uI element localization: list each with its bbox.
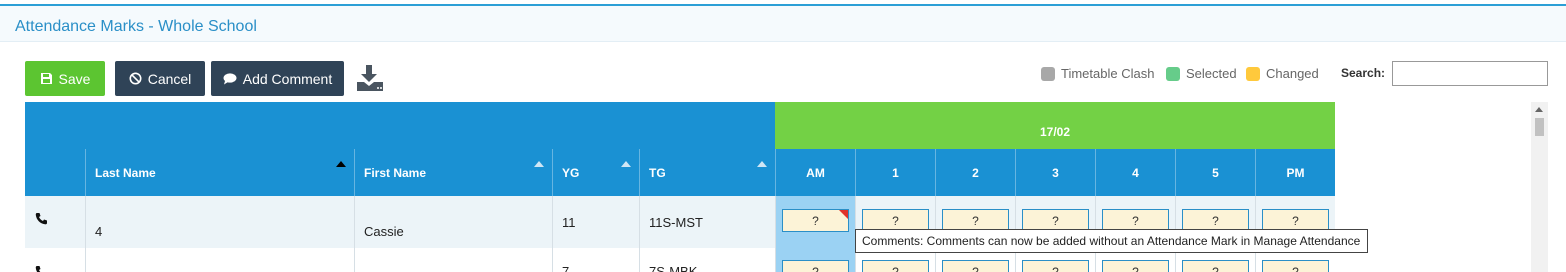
legend-label-selected: Selected: [1186, 66, 1237, 81]
period-label: 2: [972, 165, 979, 180]
column-header-period-2[interactable]: 2: [935, 149, 1015, 196]
cell-yg: 11: [552, 196, 639, 248]
column-header-period-4[interactable]: 4: [1095, 149, 1175, 196]
mark-input[interactable]: ?: [1182, 260, 1249, 272]
mark-value: ?: [892, 213, 899, 228]
column-header-yg[interactable]: YG: [552, 149, 639, 196]
yg-value: 7: [562, 264, 570, 272]
column-label-first-name: First Name: [364, 165, 427, 180]
scroll-thumb[interactable]: [1535, 118, 1544, 136]
mark-value: ?: [1052, 264, 1059, 272]
mark-value: ?: [812, 213, 819, 228]
grid-header-band: [25, 102, 775, 149]
cell-last-name: [85, 248, 354, 272]
sort-icon: [621, 161, 631, 167]
phone-icon[interactable]: [35, 265, 48, 272]
scroll-up-icon[interactable]: [1535, 107, 1543, 112]
period-label: PM: [1286, 165, 1305, 180]
phone-cell[interactable]: [25, 196, 85, 248]
title-bar: Attendance Marks - Whole School: [0, 6, 1566, 42]
mark-value: ?: [1212, 213, 1219, 228]
mark-input[interactable]: ?: [1102, 260, 1169, 272]
phone-icon[interactable]: [35, 212, 48, 225]
legend-swatch-clash: [1041, 66, 1055, 81]
column-header-period-pm[interactable]: PM: [1255, 149, 1335, 196]
cell-first-name: [354, 248, 552, 272]
date-header: 17/02: [775, 102, 1335, 149]
cell-first-name: Cassie: [354, 196, 552, 248]
legend-timetable-clash: Timetable Clash: [1041, 66, 1154, 81]
page-title: Attendance Marks - Whole School: [15, 18, 257, 35]
mark-value: ?: [1132, 213, 1139, 228]
legend-selected: Selected: [1166, 66, 1237, 81]
comment-flag-icon: [839, 210, 848, 219]
sort-icon: [757, 161, 767, 167]
mark-value: ?: [892, 264, 899, 272]
mark-cell-am[interactable]: ?: [775, 248, 855, 272]
column-header-period-am[interactable]: AM: [775, 149, 855, 196]
column-header-first-name[interactable]: First Name: [354, 149, 552, 196]
yg-value: 11: [562, 215, 576, 230]
column-header-period-1[interactable]: 1: [855, 149, 935, 196]
column-label-last-name: Last Name: [95, 165, 156, 180]
period-label: 1: [892, 165, 899, 180]
sort-asc-icon: [336, 161, 346, 167]
comment-tooltip: Comments: Comments can now be added with…: [855, 229, 1368, 253]
mark-input[interactable]: ?: [1022, 260, 1089, 272]
legend-label-changed: Changed: [1266, 66, 1319, 81]
cell-tg: 11S-MST: [639, 196, 775, 248]
mark-value: ?: [1132, 264, 1139, 272]
vertical-scrollbar[interactable]: [1531, 102, 1548, 272]
cell-last-name: 4: [85, 196, 354, 248]
legend-swatch-changed: [1246, 66, 1260, 81]
mark-input[interactable]: ?: [1262, 260, 1329, 272]
mark-value: ?: [1212, 264, 1219, 272]
column-label-tg: TG: [649, 165, 666, 180]
period-label: 3: [1052, 165, 1059, 180]
cancel-label: Cancel: [147, 70, 192, 87]
save-label: Save: [58, 70, 91, 87]
mark-cell-am[interactable]: ?: [775, 196, 855, 248]
search-input[interactable]: [1392, 61, 1548, 86]
phone-cell[interactable]: [25, 248, 85, 272]
period-label: 5: [1212, 165, 1219, 180]
mark-value: ?: [1292, 213, 1299, 228]
cancel-button[interactable]: Cancel: [115, 61, 205, 96]
mark-value: ?: [972, 213, 979, 228]
period-label: AM: [806, 165, 825, 180]
column-header-icon: [25, 149, 85, 196]
column-header-tg[interactable]: TG: [639, 149, 775, 196]
tg-value: 11S-MST: [649, 215, 703, 230]
mark-value: ?: [1292, 264, 1299, 272]
column-header-period-5[interactable]: 5: [1175, 149, 1255, 196]
column-label-yg: YG: [562, 165, 580, 180]
download-icon[interactable]: [354, 64, 386, 92]
legend-changed: Changed: [1246, 66, 1319, 81]
cell-tg: 7S-MBK: [639, 248, 775, 272]
add-comment-label: Add Comment: [242, 70, 333, 87]
tg-value: 7S-MBK: [649, 264, 698, 272]
cell-yg: 7: [552, 248, 639, 272]
mark-value: ?: [812, 264, 819, 272]
mark-input[interactable]: ?: [862, 260, 929, 272]
legend-swatch-selected: [1166, 66, 1180, 81]
save-icon: [40, 73, 52, 84]
save-button[interactable]: Save: [25, 61, 105, 96]
mark-input[interactable]: ?: [942, 260, 1009, 272]
first-name-value: Cassie: [364, 224, 404, 239]
last-name-value: 4: [95, 224, 103, 239]
column-header-last-name[interactable]: Last Name: [85, 149, 354, 196]
mark-input[interactable]: ?: [782, 260, 849, 272]
mark-value: ?: [972, 264, 979, 272]
comment-icon: [223, 72, 237, 84]
period-label: 4: [1132, 165, 1139, 180]
mark-input[interactable]: ?: [782, 209, 849, 232]
add-comment-button[interactable]: Add Comment: [211, 61, 344, 96]
sort-icon: [534, 161, 544, 167]
legend-label-clash: Timetable Clash: [1061, 66, 1155, 81]
column-header-period-3[interactable]: 3: [1015, 149, 1095, 196]
mark-value: ?: [1052, 213, 1059, 228]
search-label: Search:: [1341, 66, 1386, 80]
cancel-icon: [129, 72, 142, 85]
